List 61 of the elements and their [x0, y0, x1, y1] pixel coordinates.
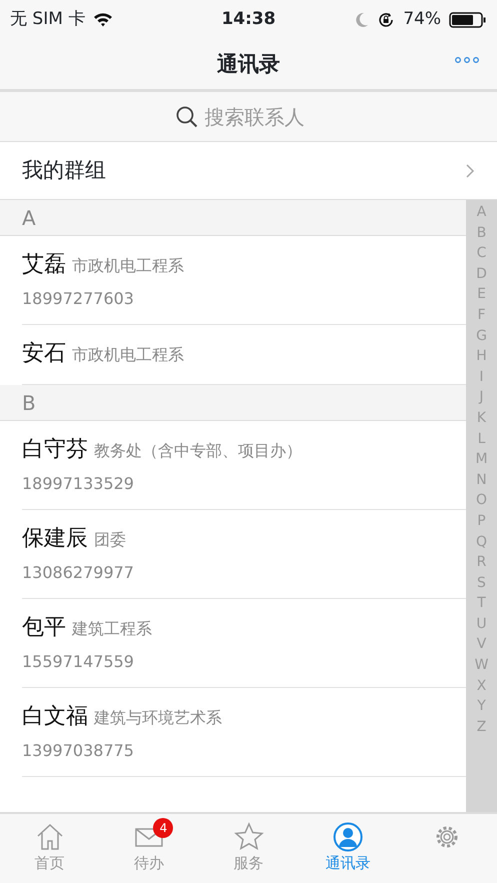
index-letter[interactable]: X: [476, 676, 486, 696]
contact-phone: 15597147559: [22, 652, 134, 671]
search-icon: [174, 104, 198, 128]
contact-department: 团委: [94, 529, 126, 551]
index-letter[interactable]: F: [477, 304, 486, 326]
tab-button[interactable]: 首页: [0, 814, 100, 883]
contact-department: 建筑与环境艺术系: [94, 707, 222, 729]
tab-button[interactable]: 通讯录: [298, 814, 398, 883]
index-letter[interactable]: O: [476, 490, 488, 511]
tab-button[interactable]: 服务: [198, 814, 298, 883]
carrier-text: 无 SIM 卡: [10, 8, 86, 32]
contact-department: 市政机电工程系: [72, 255, 184, 277]
contact-phone: 18997133529: [22, 474, 134, 493]
index-letter[interactable]: S: [477, 572, 486, 594]
index-letter[interactable]: B: [476, 222, 486, 244]
index-letter[interactable]: Y: [477, 696, 486, 717]
index-letter[interactable]: M: [475, 449, 488, 470]
contact-name: 白守芬: [22, 436, 88, 464]
more-icon[interactable]: [455, 56, 479, 64]
section-header: B: [22, 390, 36, 416]
contact-name: 白文福: [22, 703, 88, 731]
index-letter[interactable]: W: [474, 655, 488, 676]
notification-badge: 4: [153, 818, 174, 838]
index-letter[interactable]: I: [479, 366, 484, 388]
index-letter[interactable]: R: [476, 552, 486, 573]
nav-title: 通讯录: [217, 50, 280, 78]
battery-percent: 74%: [403, 8, 441, 32]
star-icon: [234, 822, 264, 852]
index-letter[interactable]: L: [478, 428, 486, 450]
index-letter[interactable]: U: [476, 614, 487, 634]
contact-phone: 13997038775: [22, 741, 134, 760]
index-letter[interactable]: H: [476, 346, 487, 367]
index-letter[interactable]: J: [479, 387, 484, 408]
contact-name: 艾磊: [22, 251, 66, 279]
contact-department: 建筑工程系: [72, 618, 152, 640]
search-field[interactable]: 搜索联系人: [202, 100, 322, 132]
index-letter[interactable]: G: [476, 326, 487, 346]
index-letter[interactable]: N: [476, 470, 487, 490]
index-bar[interactable]: A B C D E F G H I J K L M N O P Q R S T U V W X Y Z: [466, 200, 497, 812]
tab-button[interactable]: 待办 4: [99, 814, 199, 883]
index-letter[interactable]: V: [476, 634, 486, 656]
index-letter[interactable]: C: [476, 243, 486, 264]
contact-name: 包平: [22, 614, 66, 642]
contact-name: 安石: [22, 340, 66, 368]
contact-phone: 18997277603: [22, 289, 134, 308]
index-letter[interactable]: T: [477, 593, 486, 614]
person-icon: [332, 822, 363, 852]
index-letter[interactable]: Q: [476, 532, 488, 552]
index-letter[interactable]: E: [477, 284, 486, 305]
index-letter[interactable]: P: [477, 510, 486, 532]
index-letter[interactable]: A: [476, 202, 486, 223]
index-letter[interactable]: K: [476, 408, 486, 429]
index-letter[interactable]: D: [476, 264, 487, 284]
contact-department: 教务处（含中专部、项目办）: [94, 440, 302, 462]
contact-department: 市政机电工程系: [72, 344, 184, 366]
index-letter[interactable]: Z: [476, 716, 486, 738]
time-text: 14:38: [221, 9, 276, 30]
section-header: A: [22, 204, 36, 232]
contact-phone: 13086279977: [22, 563, 134, 582]
contact-name: 保建辰: [22, 525, 88, 553]
home-icon: [34, 822, 65, 852]
